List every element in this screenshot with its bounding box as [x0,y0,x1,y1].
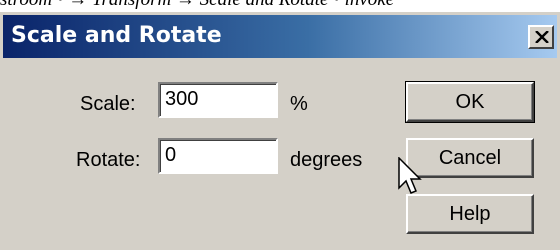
scale-label: Scale: [80,93,136,115]
background-document-text: stroom • → Transform → Scale and Rotate … [0,0,560,11]
close-button[interactable] [528,25,554,49]
dialog-title: Scale and Rotate [11,23,222,48]
cancel-button-label: Cancel [438,147,502,169]
dialog-titlebar[interactable]: Scale and Rotate [3,15,557,58]
scale-input[interactable]: 300 [158,82,278,118]
cancel-button[interactable]: Cancel [406,138,534,178]
rotate-input[interactable]: 0 [158,138,278,174]
help-button[interactable]: Help [406,194,534,234]
scale-unit: % [290,93,308,115]
close-icon [535,31,549,43]
scale-and-rotate-dialog: Scale and Rotate Scale: 300 % Rotate: 0 … [0,12,560,250]
background-document-strip: stroom • → Transform → Scale and Rotate … [0,0,560,12]
help-button-label: Help [449,203,491,225]
ok-button[interactable]: OK [405,81,535,123]
ok-button-label: OK [455,91,485,113]
rotate-label: Rotate: [76,149,141,171]
mouse-pointer-icon [398,157,422,194]
rotate-unit: degrees [290,149,363,171]
